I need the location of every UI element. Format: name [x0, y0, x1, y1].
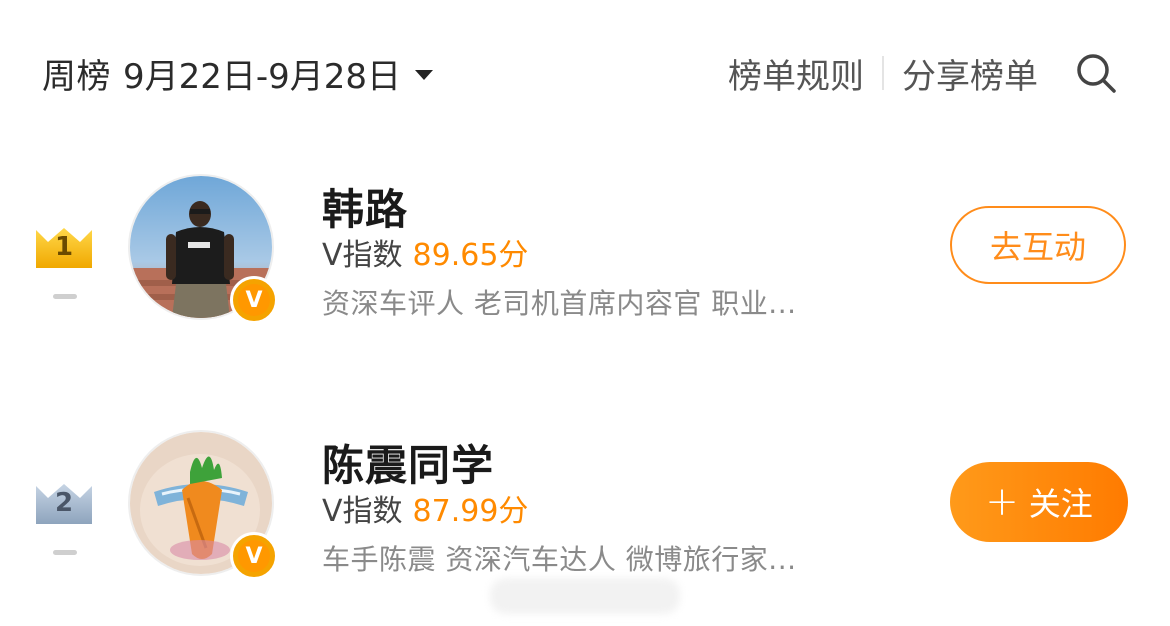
avatar[interactable]: V [128, 174, 278, 324]
v-index-score: 89.65分 [412, 238, 529, 273]
interact-button[interactable]: 去互动 [950, 206, 1126, 284]
rules-link[interactable]: 榜单规则 [728, 49, 864, 98]
v-index-score: 87.99分 [412, 494, 529, 529]
week-label: 周榜 [42, 56, 111, 97]
week-range: 9月22日-9月28日 [123, 56, 402, 97]
verified-v-icon: V [230, 532, 278, 580]
rank-number: 2 [54, 488, 74, 518]
user-name[interactable]: 陈震同学 [322, 432, 494, 493]
follow-label: 关注 [1028, 485, 1093, 523]
search-icon[interactable] [1074, 51, 1118, 95]
verified-letter: V [238, 540, 270, 572]
v-index-label: V指数 [322, 238, 403, 273]
user-name[interactable]: 韩路 [322, 176, 408, 237]
v-index: V指数 89.65分 [322, 230, 528, 274]
user-description: 资深车评人 老司机首席内容官 职业... [322, 287, 797, 320]
user-description: 车手陈震 资深汽车达人 微博旅行家... [322, 543, 797, 576]
crown-gold-icon: 1 [34, 226, 94, 270]
rank-change-indicator [53, 550, 77, 555]
header-actions: 榜单规则 分享榜单 [728, 48, 1118, 98]
week-selector[interactable]: 周榜 9月22日-9月28日 [42, 48, 434, 98]
follow-button[interactable]: + 关注 [950, 462, 1128, 542]
header: 周榜 9月22日-9月28日 榜单规则 分享榜单 [0, 0, 1170, 140]
watermark-blur [490, 578, 680, 614]
caret-down-icon [415, 70, 434, 80]
v-index: V指数 87.99分 [322, 486, 528, 530]
rank-row[interactable]: 2 V 陈震同学 V指数 87.99分 车手陈震 资深汽车达人 微博旅行家... … [0, 424, 1170, 594]
rank-change-indicator [53, 294, 77, 299]
crown-silver-icon: 2 [34, 482, 94, 526]
divider [882, 56, 884, 90]
avatar[interactable]: V [128, 430, 278, 580]
plus-icon: + [985, 479, 1019, 525]
verified-letter: V [238, 284, 270, 316]
rank-number: 1 [54, 232, 74, 262]
rank-row[interactable]: 1 V 韩路 V指数 89.65分 资深车评人 老司机首席内容官 职业... 去… [0, 168, 1170, 338]
share-link[interactable]: 分享榜单 [902, 49, 1038, 98]
v-index-label: V指数 [322, 494, 403, 529]
verified-v-icon: V [230, 276, 278, 324]
